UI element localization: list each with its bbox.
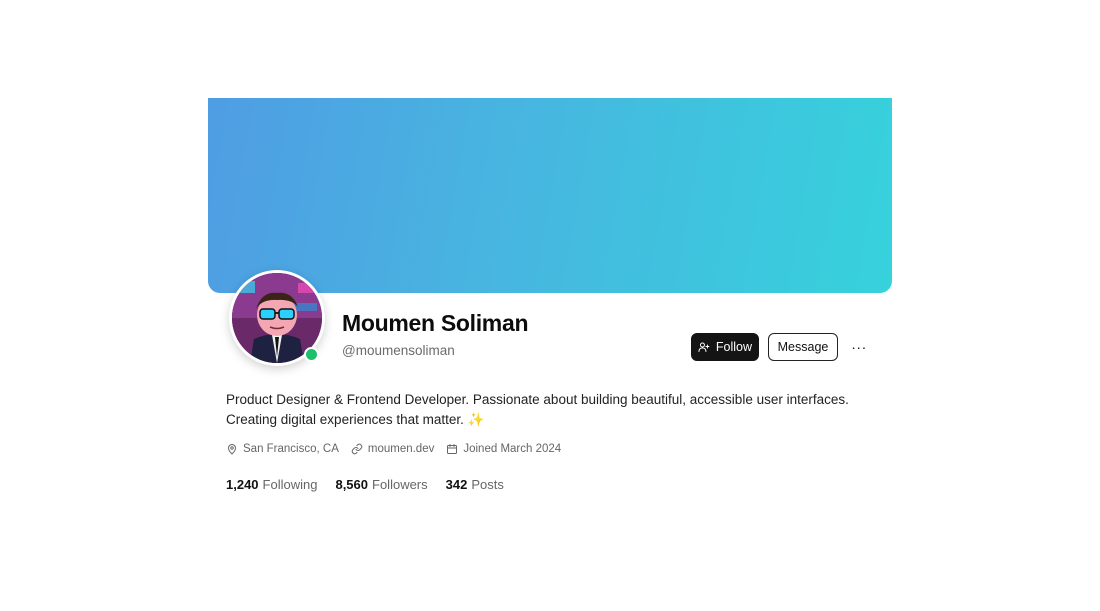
location-text: San Francisco, CA <box>243 443 339 455</box>
cover-banner <box>208 98 892 293</box>
profile-card: Moumen Soliman @moumensoliman Follow Mes… <box>208 98 892 492</box>
meta-joined: Joined March 2024 <box>446 443 561 455</box>
meta-website[interactable]: moumen.dev <box>351 443 434 455</box>
joined-text: Joined March 2024 <box>463 443 562 455</box>
calendar-icon <box>447 444 458 454</box>
online-status-indicator <box>304 347 319 362</box>
stat-value: 342 <box>445 477 468 492</box>
profile-actions: Follow Message ··· <box>691 333 871 361</box>
user-plus-icon <box>698 342 710 352</box>
map-pin-icon <box>228 444 236 455</box>
more-horizontal-icon: ··· <box>851 339 867 355</box>
profile-name: Moumen Soliman <box>342 310 529 336</box>
stat-posts[interactable]: 342 Posts <box>446 477 504 492</box>
stat-label: Posts <box>471 477 504 492</box>
meta-location: San Francisco, CA <box>226 443 339 455</box>
website-link[interactable]: moumen.dev <box>368 443 434 455</box>
stat-value: 1,240 <box>226 477 259 492</box>
follow-label: Follow <box>715 340 752 354</box>
stat-followers[interactable]: 8,560 Followers <box>335 477 427 492</box>
message-button[interactable]: Message <box>768 333 838 361</box>
profile-handle: @moumensoliman <box>342 343 455 358</box>
stat-following[interactable]: 1,240 Following <box>226 477 317 492</box>
more-options-button[interactable]: ··· <box>847 335 871 359</box>
profile-bio: Product Designer & Frontend Developer. P… <box>226 392 849 427</box>
stat-label: Followers <box>372 477 428 492</box>
stat-value: 8,560 <box>335 477 369 492</box>
profile-meta: San Francisco, CA moumen.dev Joined Marc… <box>226 443 573 455</box>
link-icon <box>351 443 363 455</box>
profile-stats: 1,240 Following 8,560 Followers 342 Posts <box>226 477 522 492</box>
stat-label: Following <box>262 477 318 492</box>
follow-button[interactable]: Follow <box>691 333 759 361</box>
